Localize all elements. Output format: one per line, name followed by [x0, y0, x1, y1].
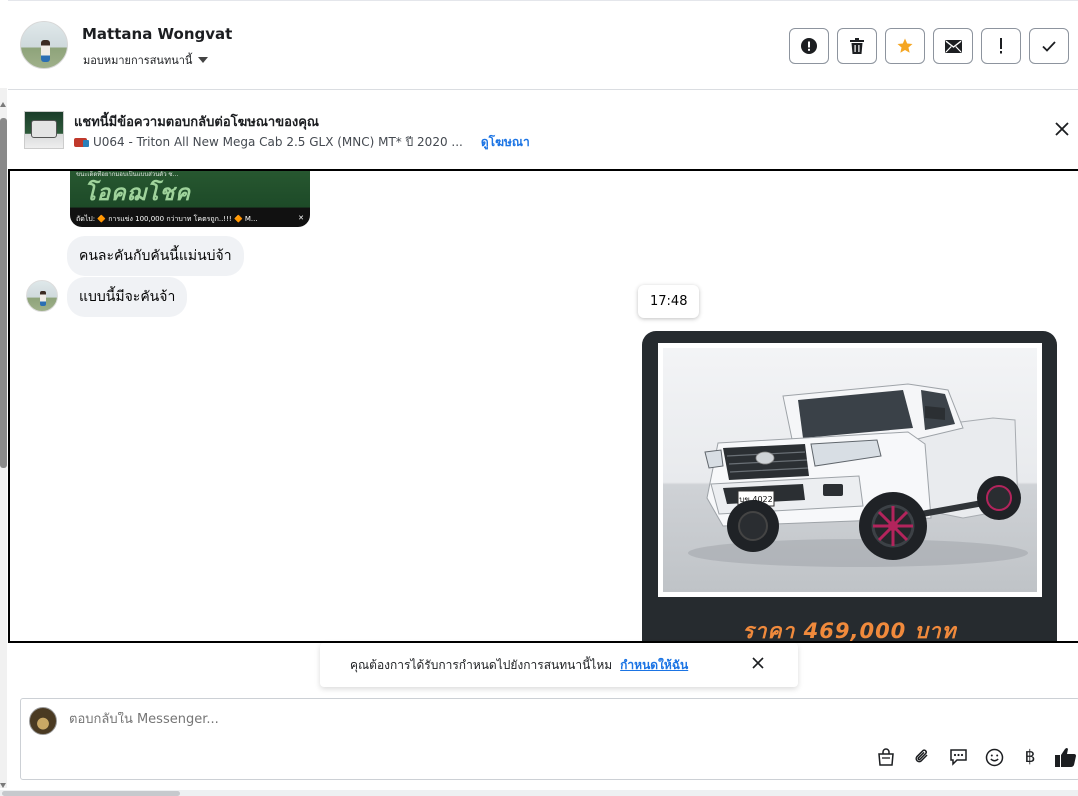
car-image-message[interactable]: บข 4022 ราคา 469,000 บาท — [642, 331, 1057, 643]
star-icon — [897, 38, 913, 53]
chat-bubble-icon — [949, 749, 967, 766]
close-prompt-button[interactable] — [752, 657, 764, 672]
page-avatar — [29, 707, 57, 735]
truck-icon — [74, 138, 89, 147]
scroll-up-arrow-icon[interactable] — [0, 102, 6, 107]
ad-reply-banner: แชทนี้มีข้อความตอบกลับต่อโฆษณาของคุณ U06… — [8, 91, 1078, 169]
conversation-header: Mattana Wongvat มอบหมายการสนทนานี้ — [8, 0, 1078, 90]
saved-replies-button[interactable] — [947, 746, 969, 768]
mark-done-button[interactable] — [1029, 28, 1069, 64]
pickup-truck-illustration: บข 4022 — [688, 383, 1028, 567]
close-ad-banner-button[interactable] — [1052, 119, 1072, 139]
car-photo: บข 4022 — [658, 343, 1042, 597]
shopping-button[interactable] — [875, 746, 897, 768]
contact-avatar[interactable] — [20, 21, 68, 69]
avatar-person-figure — [41, 40, 50, 62]
shopping-bag-icon — [878, 748, 894, 766]
mail-icon — [944, 39, 962, 53]
video-caption: ถัดไป: 🔶 การแข่ง 100,000 กว่าบาท โคตรถูก… — [76, 214, 304, 225]
message-bubble[interactable]: คนละคันกับคันนี้แม่นบ่จ้า — [67, 236, 244, 276]
like-button[interactable] — [1055, 746, 1077, 768]
video-banner-text: โอคฌโชค — [84, 181, 192, 206]
header-actions — [789, 28, 1069, 64]
price-text: ราคา 469,000 บาท — [742, 619, 957, 643]
shared-video-card[interactable]: ขนะเด็ดที่อยากมอบเป็นแบบส่วนตัว ซ... โอค… — [70, 171, 310, 227]
payment-button[interactable]: ฿ — [1019, 746, 1041, 768]
ad-description: U064 - Triton All New Mega Cab 2.5 GLX (… — [93, 135, 463, 149]
exclamation-icon — [1000, 38, 1002, 54]
assign-prompt-text: คุณต้องการได้รับการกำหนดไปยังการสนทนานี้… — [350, 657, 613, 672]
attach-button[interactable] — [911, 746, 933, 768]
message-bubble[interactable]: แบบนี้มีจะคันจ้า — [67, 277, 188, 317]
view-ad-link[interactable]: ดูโฆษณา — [481, 133, 530, 152]
emoji-icon — [985, 748, 1003, 766]
message-timestamp: 17:48 — [638, 285, 700, 318]
messenger-inbox: Mattana Wongvat มอบหมายการสนทนานี้ แชทนี… — [0, 0, 1078, 796]
close-icon — [752, 657, 764, 669]
ad-thumbnail-car — [31, 120, 57, 138]
assign-to-me-link[interactable]: กำหนดให้ฉัน — [620, 656, 688, 675]
flag-important-button[interactable] — [981, 28, 1021, 64]
scroll-down-arrow-icon[interactable] — [0, 783, 6, 788]
assign-prompt: คุณต้องการได้รับการกำหนดไปยังการสนทนานี้… — [320, 643, 798, 687]
ad-banner-subtitle: U064 - Triton All New Mega Cab 2.5 GLX (… — [74, 133, 530, 152]
ad-thumbnail[interactable] — [24, 111, 64, 149]
horizontal-scrollbar-thumb[interactable] — [2, 791, 180, 796]
contact-name[interactable]: Mattana Wongvat — [82, 25, 232, 43]
video-caption-text: ถัดไป: 🔶 การแข่ง 100,000 กว่าบาท โคตรถูก… — [76, 215, 258, 223]
trash-icon — [850, 38, 864, 54]
delete-button[interactable] — [837, 28, 877, 64]
baht-icon: ฿ — [1024, 747, 1036, 767]
mark-unread-button[interactable] — [933, 28, 973, 64]
reply-composer: ฿ — [20, 698, 1078, 780]
scrollbar-thumb[interactable] — [0, 118, 7, 468]
sender-avatar[interactable] — [26, 280, 58, 312]
like-icon — [1055, 748, 1076, 767]
message-thread[interactable]: ขนะเด็ดที่อยากมอบเป็นแบบส่วนตัว ซ... โอค… — [8, 169, 1078, 643]
car-photo-scene: บข 4022 — [663, 348, 1037, 592]
reply-input[interactable] — [69, 712, 669, 727]
report-icon — [801, 38, 817, 54]
ad-banner-title: แชทนี้มีข้อความตอบกลับต่อโฆษณาของคุณ — [74, 115, 319, 130]
caret-down-icon — [198, 57, 209, 63]
left-scrollbar[interactable] — [0, 88, 7, 788]
assign-conversation-dropdown[interactable]: มอบหมายการสนทนานี้ — [83, 51, 209, 69]
composer-toolbar: ฿ — [875, 746, 1077, 768]
avatar-person-figure — [40, 291, 46, 306]
dismiss-video-icon[interactable]: ✕ — [298, 214, 304, 225]
close-icon — [1055, 122, 1069, 136]
star-button[interactable] — [885, 28, 925, 64]
emoji-button[interactable] — [983, 746, 1005, 768]
attach-icon — [915, 749, 928, 763]
horizontal-scrollbar[interactable] — [0, 790, 1078, 796]
report-button[interactable] — [789, 28, 829, 64]
assign-label: มอบหมายการสนทนานี้ — [83, 54, 193, 67]
check-icon — [1042, 40, 1056, 52]
